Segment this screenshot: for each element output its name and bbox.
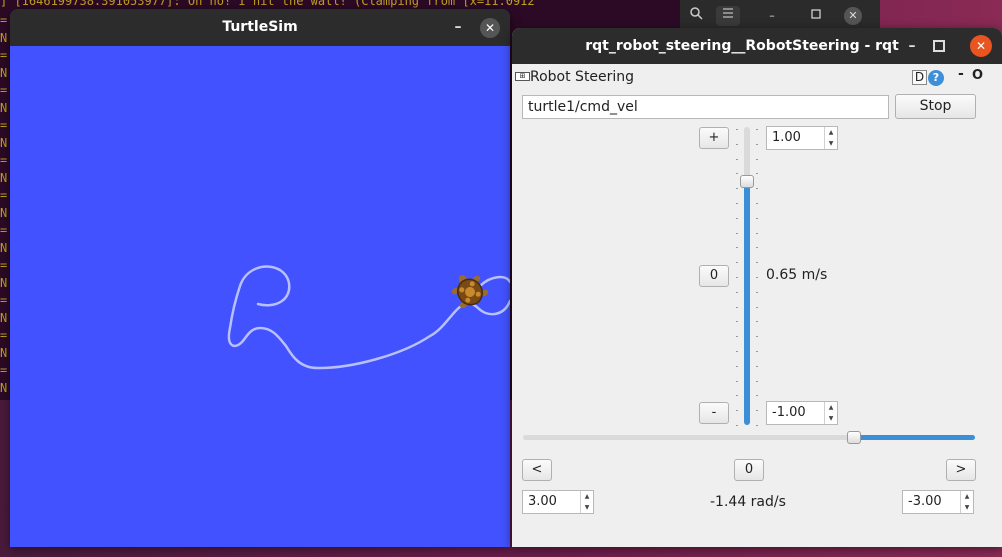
turtlesim-window: TurtleSim – ✕ bbox=[10, 9, 510, 547]
minimize-button[interactable]: – bbox=[448, 9, 468, 46]
angular-slider-fill bbox=[854, 435, 975, 440]
close-icon[interactable]: ✕ bbox=[844, 7, 862, 25]
turtle-icon bbox=[450, 272, 490, 312]
slider-tick bbox=[736, 232, 738, 234]
slider-tick bbox=[736, 247, 738, 249]
slider-tick bbox=[736, 336, 738, 338]
slider-tick bbox=[756, 321, 758, 323]
spin-arrows-icon[interactable]: ▲ ▼ bbox=[824, 402, 837, 424]
spin-arrows-icon[interactable]: ▲ ▼ bbox=[960, 491, 973, 513]
slider-tick bbox=[736, 173, 738, 175]
slider-tick bbox=[756, 365, 758, 367]
terminal-titlebar: – ✕ bbox=[680, 0, 880, 30]
slider-tick bbox=[756, 158, 758, 160]
slider-tick bbox=[736, 262, 738, 264]
stop-button[interactable]: Stop bbox=[895, 94, 976, 119]
minimize-icon[interactable]: – bbox=[760, 6, 784, 26]
slider-tick bbox=[736, 188, 738, 190]
rqt-window: rqt_robot_steering__RobotSteering - rqt … bbox=[512, 28, 1002, 547]
slider-tick bbox=[756, 129, 758, 130]
slider-tick bbox=[756, 232, 758, 234]
minimize-button[interactable]: – bbox=[902, 28, 922, 64]
dock-button[interactable]: D bbox=[912, 70, 927, 85]
angular-right-button[interactable]: > bbox=[946, 459, 976, 481]
slider-tick bbox=[756, 262, 758, 264]
linear-increase-button[interactable]: + bbox=[699, 127, 729, 149]
maximize-icon[interactable] bbox=[804, 6, 828, 26]
angular-left-button[interactable]: < bbox=[522, 459, 552, 481]
slider-tick bbox=[736, 410, 738, 412]
turtlesim-titlebar: TurtleSim – ✕ bbox=[10, 9, 510, 46]
slider-tick bbox=[756, 143, 758, 145]
slider-tick bbox=[756, 395, 758, 397]
menu-icon[interactable] bbox=[716, 6, 740, 26]
slider-tick bbox=[736, 425, 738, 426]
minimize-plugin-button[interactable]: - bbox=[958, 66, 964, 82]
topic-input[interactable] bbox=[522, 95, 889, 119]
slider-tick bbox=[756, 217, 758, 219]
slider-tick bbox=[756, 336, 758, 338]
slider-tick bbox=[756, 410, 758, 412]
slider-tick bbox=[756, 173, 758, 175]
linear-max-value: 1.00 bbox=[772, 130, 801, 145]
slider-tick bbox=[736, 143, 738, 145]
slider-tick bbox=[736, 129, 738, 130]
slider-tick bbox=[756, 425, 758, 426]
slider-tick bbox=[756, 188, 758, 190]
plugin-header: ⊞ Robot Steering D ? - O bbox=[512, 64, 1002, 90]
angular-min-value: -3.00 bbox=[908, 494, 942, 509]
slider-tick bbox=[756, 247, 758, 249]
plugin-icon: ⊞ bbox=[515, 72, 530, 81]
angular-velocity-readout: -1.44 rad/s bbox=[710, 494, 786, 510]
linear-max-spinbox[interactable]: 1.00 ▲ ▼ bbox=[766, 126, 838, 150]
window-title: TurtleSim bbox=[222, 19, 298, 35]
spin-arrows-icon[interactable]: ▲ ▼ bbox=[824, 127, 837, 149]
slider-tick bbox=[736, 306, 738, 308]
close-plugin-button[interactable]: O bbox=[972, 68, 983, 83]
slider-tick bbox=[736, 395, 738, 397]
slider-tick bbox=[736, 203, 738, 204]
terminal-gutter-text: = N = N = N = N = N = N = N = N = N = N … bbox=[0, 13, 8, 400]
linear-decrease-button[interactable]: - bbox=[699, 402, 729, 424]
slider-tick bbox=[736, 380, 738, 382]
angular-max-value: 3.00 bbox=[528, 494, 557, 509]
slider-tick bbox=[756, 277, 758, 278]
search-icon[interactable] bbox=[684, 6, 708, 26]
plugin-title: Robot Steering bbox=[530, 69, 635, 85]
maximize-button[interactable] bbox=[933, 40, 945, 52]
close-button[interactable]: ✕ bbox=[480, 18, 500, 38]
angular-slider-handle[interactable] bbox=[847, 431, 861, 444]
slider-tick bbox=[736, 291, 738, 293]
linear-zero-button[interactable]: 0 bbox=[699, 265, 729, 287]
close-button[interactable]: ✕ bbox=[970, 35, 992, 57]
turtle-trail bbox=[227, 265, 510, 370]
help-icon[interactable]: ? bbox=[928, 70, 944, 86]
terminal-log-line: ] [1646199738.391053977]: Oh no! I hit t… bbox=[0, 0, 535, 8]
linear-min-value: -1.00 bbox=[772, 405, 806, 420]
linear-slider-handle[interactable] bbox=[740, 175, 754, 188]
angular-zero-button[interactable]: 0 bbox=[734, 459, 764, 481]
rqt-titlebar: rqt_robot_steering__RobotSteering - rqt … bbox=[512, 28, 1002, 64]
slider-tick bbox=[736, 277, 738, 278]
slider-tick bbox=[756, 291, 758, 293]
slider-tick bbox=[736, 217, 738, 219]
angular-max-spinbox[interactable]: 3.00 ▲ ▼ bbox=[522, 490, 594, 514]
slider-tick bbox=[736, 321, 738, 323]
slider-tick bbox=[736, 158, 738, 160]
slider-tick bbox=[756, 306, 758, 308]
spin-arrows-icon[interactable]: ▲ ▼ bbox=[580, 491, 593, 513]
linear-min-spinbox[interactable]: -1.00 ▲ ▼ bbox=[766, 401, 838, 425]
turtlesim-canvas bbox=[10, 46, 510, 547]
slider-tick bbox=[756, 351, 758, 352]
angular-min-spinbox[interactable]: -3.00 ▲ ▼ bbox=[902, 490, 974, 514]
slider-tick bbox=[736, 351, 738, 352]
slider-tick bbox=[756, 380, 758, 382]
linear-slider-fill bbox=[744, 182, 750, 425]
slider-tick bbox=[736, 365, 738, 367]
linear-velocity-readout: 0.65 m/s bbox=[766, 267, 828, 283]
slider-tick bbox=[756, 203, 758, 204]
